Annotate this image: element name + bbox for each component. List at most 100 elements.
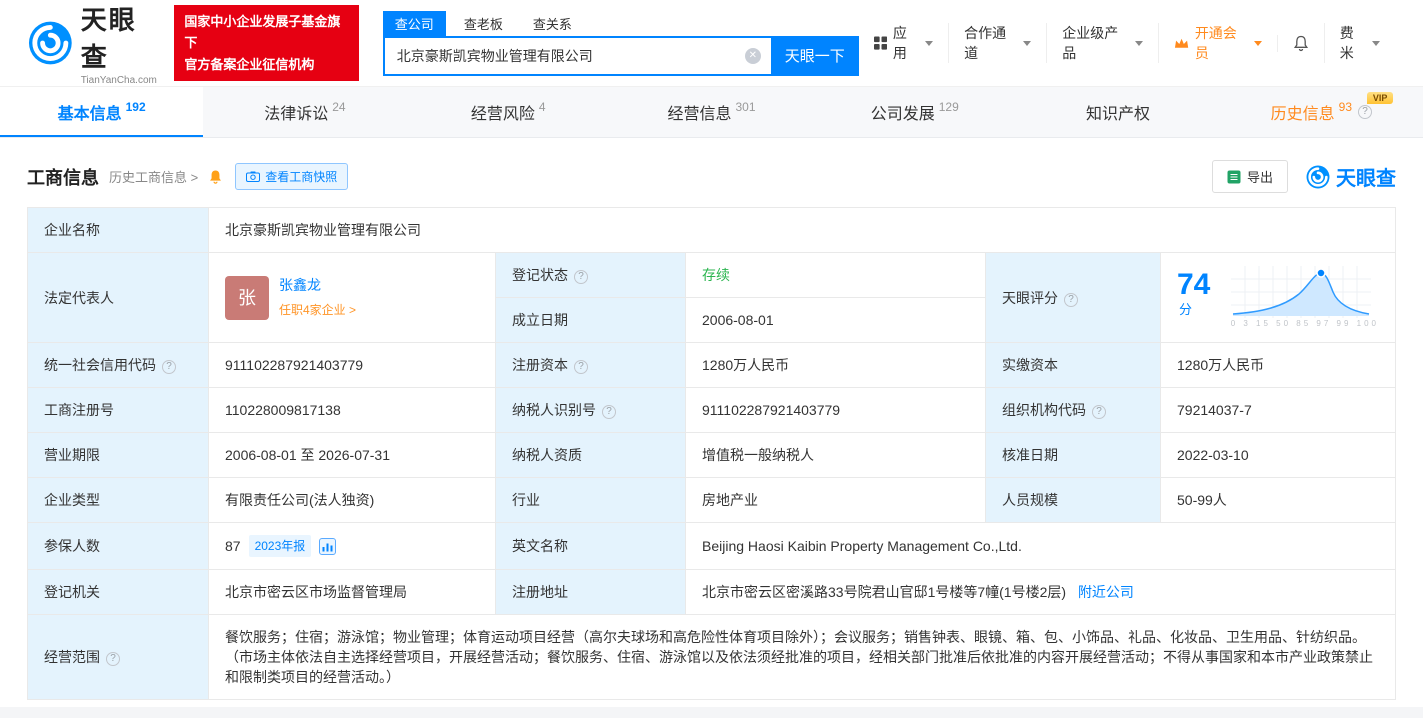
field-label-company-name: 企业名称 [27, 207, 209, 253]
taxpayer-quality-value: 增值税一般纳税人 [685, 432, 986, 478]
export-button[interactable]: 导出 [1211, 160, 1288, 193]
address-value: 北京市密云区密溪路33号院君山官邸1号楼等7幢(1号楼2层) [702, 584, 1067, 600]
search-tab-company[interactable]: 查公司 [382, 10, 446, 36]
certification-badge: 国家中小企业发展子基金旗下 官方备案企业征信机构 [174, 4, 359, 82]
nav-partner[interactable]: 合作通道 [948, 23, 1046, 63]
help-icon[interactable] [574, 360, 588, 374]
export-label: 导出 [1246, 170, 1273, 185]
score-distribution-chart: 0 3 15 50 85 97 99 100 [1230, 266, 1379, 329]
table-row: 企业名称 北京豪斯凯宾物业管理有限公司 [27, 207, 1396, 253]
nav-enterprise[interactable]: 企业级产品 [1046, 23, 1157, 63]
field-label-taxpayer-no: 纳税人识别号 [495, 387, 686, 433]
view-snapshot-button[interactable]: 查看工商快照 [235, 163, 349, 190]
field-label-taxpayer-quality: 纳税人资质 [495, 432, 686, 478]
field-label-company-type: 企业类型 [27, 477, 209, 523]
tab-intellectual-property[interactable]: 知识产权 [1016, 87, 1219, 137]
help-icon[interactable] [574, 270, 588, 284]
field-label-staff-size: 人员规模 [985, 477, 1161, 523]
bell-icon [1293, 35, 1308, 51]
paid-capital-value: 1280万人民币 [1160, 342, 1396, 388]
annual-report-chart-icon[interactable] [319, 537, 337, 555]
tianyancha-logo-icon [1306, 165, 1330, 188]
field-label-industry: 行业 [495, 477, 686, 523]
search-tabs: 查公司 查老板 查关系 [382, 10, 859, 36]
top-nav: 应用 合作通道 企业级产品 开通会员 费米 [859, 23, 1395, 63]
help-icon[interactable] [1358, 105, 1373, 119]
certification-line2: 官方备案企业征信机构 [184, 56, 315, 72]
vip-badge: VIP [1366, 92, 1394, 104]
field-label-score: 天眼评分 [985, 252, 1161, 343]
annual-report-link[interactable]: 2023年报 [248, 535, 312, 557]
section-head: 工商信息 历史工商信息 > 查看工商快照 导出 天眼查 [27, 160, 1396, 193]
legal-rep-avatar[interactable]: 张 [225, 275, 269, 320]
tab-count: 93 [1338, 100, 1353, 114]
tab-label: 经营信息 [667, 106, 732, 123]
legal-rep-jobs-link[interactable]: 任职4家企业 > [279, 300, 356, 320]
header: 天眼查 TianYanCha.com 国家中小企业发展子基金旗下 官方备案企业征… [0, 0, 1423, 86]
field-label-legal-rep: 法定代表人 [27, 252, 209, 343]
brand-name: 天眼查 [1336, 168, 1396, 190]
tianyancha-logo[interactable]: 天眼查 TianYanCha.com [28, 0, 162, 86]
tab-label: 公司发展 [870, 106, 935, 123]
tab-business-info[interactable]: 经营信息 301 [610, 87, 813, 137]
search-tab-relation[interactable]: 查关系 [521, 11, 584, 36]
table-row: 营业期限 2006-08-01 至 2026-07-31 纳税人资质 增值税一般… [27, 432, 1396, 478]
tab-count: 129 [938, 100, 959, 114]
insured-count-value: 87 [225, 538, 241, 554]
subscribe-bell-icon[interactable] [208, 169, 223, 185]
search-input[interactable] [382, 35, 771, 76]
help-icon[interactable] [106, 652, 120, 666]
tab-company-development[interactable]: 公司发展 129 [813, 87, 1016, 137]
help-icon[interactable] [602, 405, 616, 419]
table-row: 经营范围 餐饮服务；住宿；游泳馆；物业管理；体育运动项目经营（高尔夫球场和高危险… [27, 614, 1396, 700]
help-icon[interactable] [1092, 405, 1106, 419]
tab-count: 4 [538, 100, 546, 114]
business-info-table: 企业名称 北京豪斯凯宾物业管理有限公司 法定代表人 张 张鑫龙 任职4家企业 >… [27, 207, 1396, 700]
nav-enterprise-label: 企业级产品 [1062, 25, 1119, 61]
search-button[interactable]: 天眼一下 [770, 35, 859, 76]
table-row: 工商注册号 110228009817138 纳税人识别号 91110228792… [27, 387, 1396, 433]
main-tabbar: 基本信息 192 法律诉讼 24 经营风险 4 经营信息 301 公司发展 12… [0, 86, 1423, 138]
chevron-down-icon [1023, 40, 1032, 46]
tab-legal-litigation[interactable]: 法律诉讼 24 [203, 87, 406, 137]
camera-icon [246, 171, 261, 182]
score-cell: 74分 0 3 15 50 85 97 99 100 [1160, 252, 1396, 343]
business-scope-value: 餐饮服务；住宿；游泳馆；物业管理；体育运动项目经营（高尔夫球场和高危险性体育项目… [208, 614, 1396, 700]
history-registration-link[interactable]: 历史工商信息 > [109, 167, 198, 186]
tab-label: 知识产权 [1086, 106, 1151, 123]
clear-search-icon[interactable] [744, 47, 761, 64]
tianyancha-logo-icon [28, 21, 72, 65]
search-area: 查公司 查老板 查关系 天眼一下 [382, 10, 859, 76]
help-icon[interactable] [1064, 292, 1078, 307]
table-row: 统一社会信用代码 911102287921403779 注册资本 1280万人民… [27, 342, 1396, 388]
nav-notifications[interactable] [1276, 34, 1324, 52]
tab-count: 192 [125, 100, 146, 114]
field-label-business-term: 营业期限 [27, 432, 209, 478]
tab-label: 法律诉讼 [264, 106, 329, 123]
nearby-companies-link[interactable]: 附近公司 [1078, 584, 1134, 600]
industry-value: 房地产业 [685, 477, 986, 523]
company-name-value: 北京豪斯凯宾物业管理有限公司 [208, 207, 1396, 253]
chevron-down-icon [925, 40, 934, 46]
nav-partner-label: 合作通道 [964, 25, 1007, 61]
field-label-text: 组织机构代码 [1002, 402, 1086, 418]
tab-count: 301 [735, 100, 756, 114]
nav-vip-upgrade[interactable]: 开通会员 [1157, 23, 1277, 63]
logo-title: 天眼查 [80, 5, 137, 72]
help-icon[interactable] [162, 360, 176, 374]
legal-rep-name-link[interactable]: 张鑫龙 [279, 275, 356, 295]
field-label-scope: 经营范围 [27, 614, 209, 700]
tab-operation-risk[interactable]: 经营风险 4 [407, 87, 610, 137]
business-term-value: 2006-08-01 至 2026-07-31 [208, 432, 496, 478]
nav-user-account[interactable]: 费米 [1323, 23, 1395, 63]
tab-history-info[interactable]: VIP 历史信息 93 [1220, 87, 1423, 137]
certification-line1: 国家中小企业发展子基金旗下 [184, 13, 341, 51]
search-tab-boss[interactable]: 查老板 [452, 11, 515, 36]
english-name-value: Beijing Haosi Kaibin Property Management… [685, 522, 1396, 570]
table-row: 企业类型 有限责任公司(法人独资) 行业 房地产业 人员规模 50-99人 [27, 477, 1396, 523]
field-label-text: 经营范围 [44, 649, 100, 665]
nav-apps[interactable]: 应用 [859, 23, 948, 63]
score-axis-ticks: 0 3 15 50 85 97 99 100 [1230, 319, 1379, 328]
tab-basic-info[interactable]: 基本信息 192 [0, 87, 204, 137]
score-value: 74分 [1177, 268, 1211, 318]
